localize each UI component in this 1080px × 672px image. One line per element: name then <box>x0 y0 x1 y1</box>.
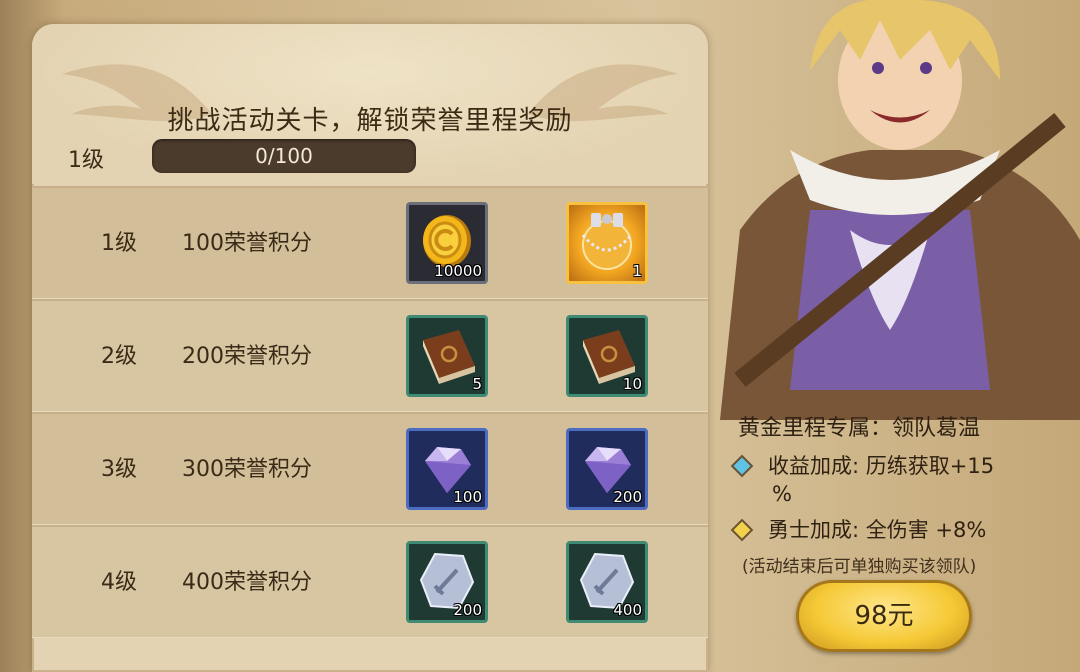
bonus-damage: 勇士加成: 全伤害 +8% <box>730 516 1054 544</box>
reward-qty: 1 <box>632 262 642 280</box>
reward-row: 2级 200荣誉积分 5 10 <box>32 299 708 412</box>
row-points: 200荣誉积分 <box>182 344 312 369</box>
reward-item-gold-coin[interactable]: 10000 <box>406 202 488 284</box>
reward-item-diamond[interactable]: 100 <box>406 428 488 510</box>
hero-character-icon <box>720 0 1080 420</box>
reward-qty: 5 <box>472 375 482 393</box>
yellow-gem-bullet-icon <box>730 518 754 542</box>
buy-button[interactable]: 98元 <box>796 580 972 652</box>
reward-qty: 10 <box>622 375 642 393</box>
hero-exclusive-label: 黄金里程专属：领队葛温 <box>738 416 981 441</box>
row-level: 4级 <box>101 570 137 595</box>
progress-text: 0/100 <box>255 144 313 168</box>
hero-portrait <box>700 0 1080 420</box>
reward-row: 4级 400荣誉积分 200 400 <box>32 525 708 638</box>
reward-item-necklace[interactable]: 1 <box>566 202 648 284</box>
bonus-damage-text: 勇士加成: 全伤害 +8% <box>768 518 987 542</box>
row-points: 100荣誉积分 <box>182 231 312 256</box>
panel-title: 挑战活动关卡，解锁荣誉里程奖励 <box>167 106 573 136</box>
rewards-panel: 挑战活动关卡，解锁荣誉里程奖励 1级 0/100 1级 100荣誉积分 1000… <box>32 24 708 672</box>
bonus-income: 收益加成: 历练获取+15 % <box>730 452 1054 508</box>
row-level: 3级 <box>101 457 137 482</box>
current-level: 1级 <box>68 148 104 173</box>
bonus-income-text-cont: % <box>772 482 792 506</box>
reward-item-sword-token[interactable]: 400 <box>566 541 648 623</box>
reward-qty: 200 <box>613 488 642 506</box>
reward-qty: 200 <box>453 601 482 619</box>
blue-gem-bullet-icon <box>730 454 754 478</box>
reward-item-book[interactable]: 5 <box>406 315 488 397</box>
purchase-note: (活动结束后可单独购买该领队) <box>742 557 977 577</box>
reward-item-book[interactable]: 10 <box>566 315 648 397</box>
row-level: 2级 <box>101 344 137 369</box>
row-points: 300荣誉积分 <box>182 457 312 482</box>
reward-qty: 400 <box>613 601 642 619</box>
reward-qty: 100 <box>453 488 482 506</box>
row-level: 1级 <box>101 231 137 256</box>
level-progress-bar: 0/100 <box>152 139 416 173</box>
reward-row: 1级 100荣誉积分 10000 1 <box>32 186 708 299</box>
reward-qty: 10000 <box>434 262 482 280</box>
row-points: 400荣誉积分 <box>182 570 312 595</box>
reward-item-diamond[interactable]: 200 <box>566 428 648 510</box>
reward-list: 1级 100荣誉积分 10000 1 2级 200荣誉积分 5 10 3级 30… <box>32 186 708 638</box>
reward-item-sword-token[interactable]: 200 <box>406 541 488 623</box>
bonus-income-text: 收益加成: 历练获取+15 <box>768 454 995 478</box>
reward-row: 3级 300荣誉积分 100 200 <box>32 412 708 525</box>
